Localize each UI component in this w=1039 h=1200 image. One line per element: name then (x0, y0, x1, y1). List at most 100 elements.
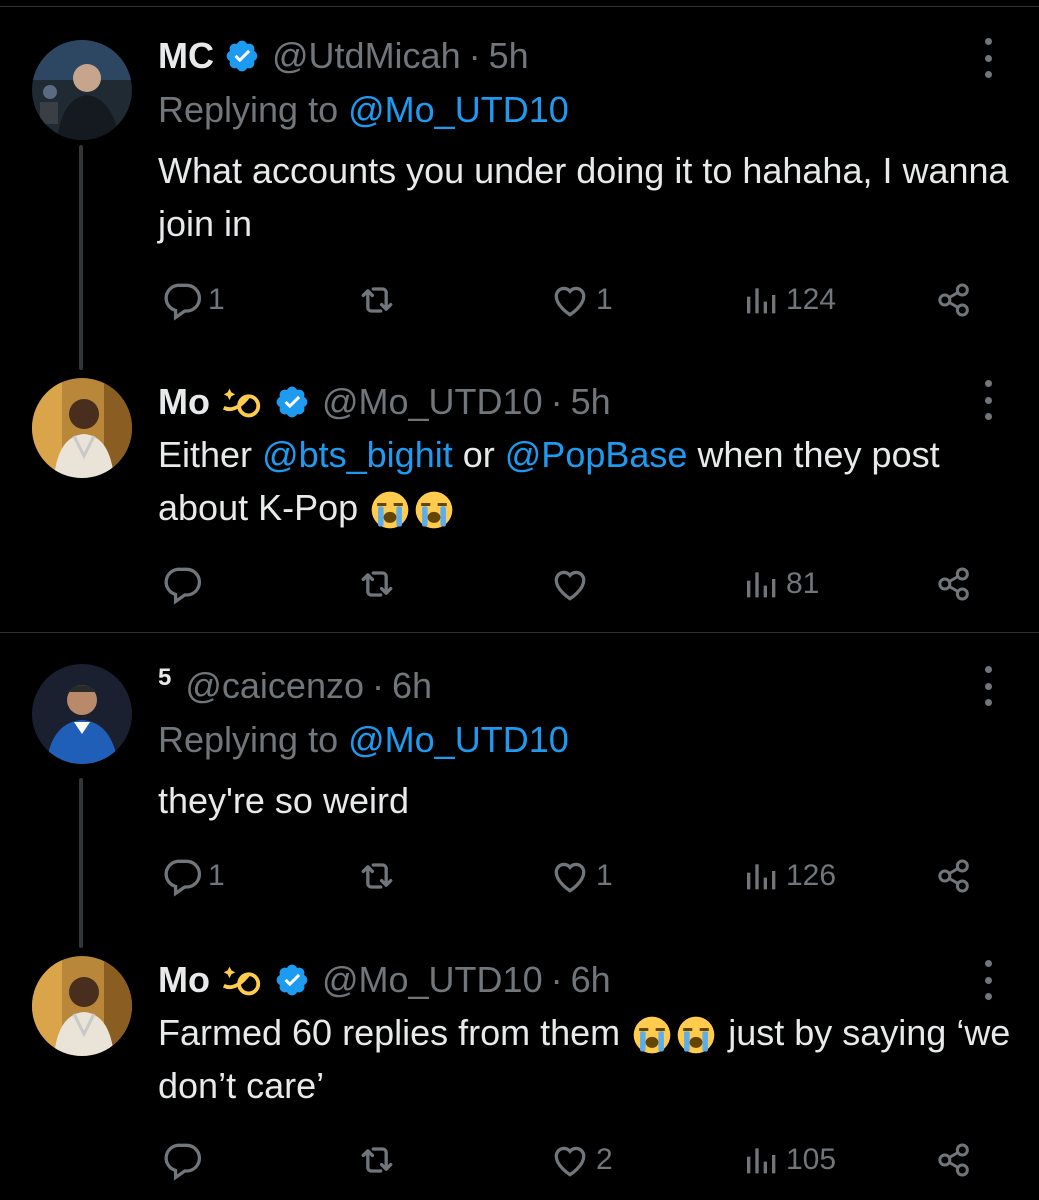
view-count: 81 (786, 567, 820, 600)
mention-link[interactable]: @PopBase (505, 434, 688, 475)
more-icon[interactable] (972, 666, 1004, 706)
share-button[interactable] (934, 854, 974, 898)
replying-to: Replying to @Mo_UTD10 (158, 714, 569, 766)
more-icon[interactable] (972, 38, 1004, 78)
verified-badge-icon (226, 40, 258, 72)
views-icon (747, 864, 776, 890)
reply-button[interactable] (160, 1138, 208, 1182)
retweet-icon (361, 571, 393, 597)
share-icon (938, 283, 969, 317)
reply-icon (164, 1143, 202, 1181)
like-button[interactable]: 1 (548, 278, 613, 322)
handle[interactable]: @UtdMicah (272, 30, 461, 82)
reply-count: 1 (208, 283, 225, 316)
loudly-crying-face-icon (415, 492, 453, 529)
display-name[interactable]: 5 (158, 652, 171, 704)
views-button[interactable]: 81 (742, 562, 819, 606)
separator-dot: · (372, 665, 384, 706)
loudly-crying-face-icon (371, 492, 409, 529)
tweet-text: Either @bts_bighit or @PopBase when they… (158, 428, 1018, 534)
timestamp[interactable]: 5h (571, 376, 611, 428)
retweet-button[interactable] (354, 1138, 400, 1182)
top-divider (0, 6, 1039, 7)
reply-button[interactable]: 1 (160, 278, 225, 322)
retweet-icon (361, 1147, 393, 1173)
timestamp[interactable]: 6h (392, 660, 432, 712)
action-bar: 2 105 (0, 1138, 1039, 1182)
tweet-header: Mo @Mo_UTD10 · 6h (158, 954, 611, 1006)
dizzy-emoji-icon (222, 388, 261, 418)
loudly-crying-face-icon (677, 1017, 715, 1054)
share-icon (938, 1143, 969, 1177)
view-count: 124 (786, 283, 837, 316)
reply-icon (164, 283, 202, 321)
text-part: Either (158, 434, 253, 475)
handle[interactable]: @Mo_UTD10 (322, 954, 543, 1006)
timestamp[interactable]: 5h (489, 30, 529, 82)
display-name[interactable]: MC (158, 30, 214, 82)
retweet-button[interactable] (354, 854, 400, 898)
action-bar: 1 1 124 (0, 278, 1039, 322)
handle[interactable]: @Mo_UTD10 (322, 376, 543, 428)
tweet-text: What accounts you under doing it to haha… (158, 150, 1009, 244)
text-part: Farmed 60 replies from them (158, 1012, 621, 1053)
text-part: or (462, 434, 495, 475)
reply-mention-link[interactable]: @Mo_UTD10 (348, 89, 569, 130)
replying-to-prefix: Replying to (158, 719, 339, 760)
retweet-icon (361, 863, 393, 889)
thread-line (79, 145, 83, 370)
share-button[interactable] (934, 278, 974, 322)
more-icon[interactable] (972, 380, 1004, 420)
like-icon (554, 286, 586, 317)
tweet-header: 5 @caicenzo · 6h (158, 660, 432, 712)
views-button[interactable]: 124 (742, 278, 836, 322)
retweet-icon (361, 287, 393, 313)
like-button[interactable] (548, 562, 596, 606)
share-icon (938, 567, 969, 601)
like-count: 1 (596, 283, 613, 316)
tweet-header: MC @UtdMicah · 5h (158, 30, 529, 82)
views-button[interactable]: 126 (742, 854, 836, 898)
reply-count: 1 (208, 859, 225, 892)
views-icon (747, 572, 776, 598)
action-bar: 81 (0, 562, 1039, 606)
views-icon (747, 288, 776, 314)
replying-to: Replying to @Mo_UTD10 (158, 84, 569, 136)
like-button[interactable]: 2 (548, 1138, 613, 1182)
separator-dot: · (550, 959, 563, 1000)
avatar[interactable] (32, 40, 132, 140)
mention-link[interactable]: @bts_bighit (262, 434, 453, 475)
replying-to-prefix: Replying to (158, 89, 339, 130)
dizzy-emoji-icon (222, 966, 261, 996)
retweet-button[interactable] (354, 562, 400, 606)
more-icon[interactable] (972, 960, 1004, 1000)
avatar[interactable] (32, 956, 132, 1056)
avatar[interactable] (32, 664, 132, 764)
reply-button[interactable] (160, 562, 208, 606)
display-name[interactable]: Mo (158, 954, 210, 1006)
view-count: 126 (786, 859, 837, 892)
separator-dot: · (468, 35, 481, 76)
views-icon (747, 1148, 776, 1174)
avatar[interactable] (32, 378, 132, 478)
share-icon (938, 859, 969, 893)
share-button[interactable] (934, 1138, 974, 1182)
reply-icon (164, 859, 202, 897)
verified-badge-icon (276, 386, 308, 418)
share-button[interactable] (934, 562, 974, 606)
verified-badge-icon (276, 964, 308, 996)
reply-mention-link[interactable]: @Mo_UTD10 (348, 719, 569, 760)
handle[interactable]: @caicenzo (185, 660, 364, 712)
tweet-text: Farmed 60 replies from them just by sayi… (158, 1006, 1018, 1112)
display-name[interactable]: Mo (158, 376, 210, 428)
like-count: 1 (596, 859, 613, 892)
reply-button[interactable]: 1 (160, 854, 225, 898)
like-icon (554, 862, 586, 893)
separator-dot: · (550, 381, 563, 422)
action-bar: 1 1 126 (0, 854, 1039, 898)
retweet-button[interactable] (354, 278, 400, 322)
like-button[interactable]: 1 (548, 854, 613, 898)
conversation-divider (0, 632, 1039, 633)
timestamp[interactable]: 6h (571, 954, 611, 1006)
views-button[interactable]: 105 (742, 1138, 836, 1182)
